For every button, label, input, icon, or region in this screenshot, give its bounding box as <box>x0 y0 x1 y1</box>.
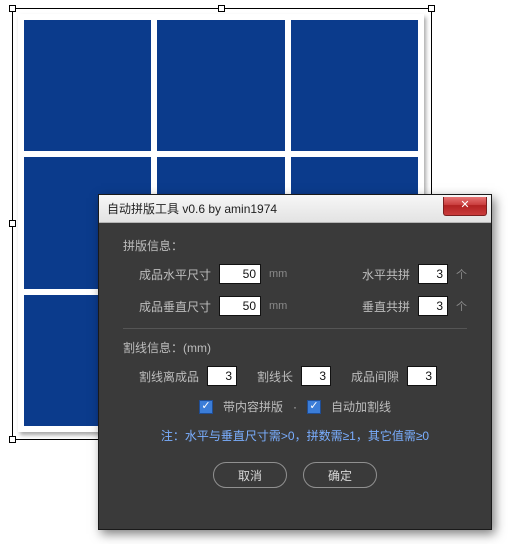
cut-length-label: 割线长 <box>257 368 293 385</box>
separator-dot: · <box>293 400 297 414</box>
h-count-input[interactable] <box>418 264 448 284</box>
v-count-label: 垂直共拼 <box>362 298 410 315</box>
dialog-title: 自动拼版工具 v0.6 by amin1974 <box>99 200 277 217</box>
h-size-label: 成品水平尺寸 <box>139 266 211 283</box>
v-size-unit: mm <box>269 300 287 312</box>
selection-handle[interactable] <box>9 220 16 227</box>
h-count-label: 水平共拼 <box>362 266 410 283</box>
v-count-input[interactable] <box>418 296 448 316</box>
selection-handle[interactable] <box>218 5 225 12</box>
h-size-input[interactable] <box>219 264 261 284</box>
auto-cut-checkbox[interactable]: ✓ <box>307 400 321 414</box>
with-content-label: 带内容拼版 <box>223 398 283 415</box>
with-content-checkbox[interactable]: ✓ <box>199 400 213 414</box>
horizontal-size-row: 成品水平尺寸 mm 水平共拼 个 <box>123 264 467 284</box>
selection-handle[interactable] <box>428 5 435 12</box>
close-button[interactable]: ✕ <box>443 197 487 216</box>
selection-handle[interactable] <box>9 5 16 12</box>
v-size-input[interactable] <box>219 296 261 316</box>
h-size-unit: mm <box>269 268 287 280</box>
v-count-unit: 个 <box>456 298 467 314</box>
gap-label: 成品间隙 <box>351 368 399 385</box>
cut-length-input[interactable] <box>301 366 331 386</box>
cut-row: 割线离成品 割线长 成品间隙 <box>123 366 467 386</box>
auto-cut-label: 自动加割线 <box>331 398 391 415</box>
imposition-section-label: 拼版信息： <box>123 237 467 254</box>
auto-imposition-dialog: 自动拼版工具 v0.6 by amin1974 ✕ 拼版信息： 成品水平尺寸 m… <box>98 194 492 530</box>
divider <box>123 328 467 329</box>
dialog-body: 拼版信息： 成品水平尺寸 mm 水平共拼 个 成品垂直尺寸 mm 垂直共拼 个 … <box>99 223 491 529</box>
button-row: 取消 确定 <box>123 462 467 488</box>
cut-offset-label: 割线离成品 <box>139 368 199 385</box>
gap-input[interactable] <box>407 366 437 386</box>
cut-offset-input[interactable] <box>207 366 237 386</box>
hint-note: 注：水平与垂直尺寸需>0，拼数需≥1，其它值需≥0 <box>123 427 467 444</box>
options-row: ✓ 带内容拼版 · ✓ 自动加割线 <box>123 398 467 415</box>
cut-section-label: 割线信息：(mm) <box>123 339 467 356</box>
ok-button[interactable]: 确定 <box>303 462 377 488</box>
tile <box>291 20 418 151</box>
vertical-size-row: 成品垂直尺寸 mm 垂直共拼 个 <box>123 296 467 316</box>
v-size-label: 成品垂直尺寸 <box>139 298 211 315</box>
close-icon: ✕ <box>460 199 469 211</box>
selection-handle[interactable] <box>9 436 16 443</box>
cancel-button[interactable]: 取消 <box>213 462 287 488</box>
h-count-unit: 个 <box>456 266 467 282</box>
tile <box>24 20 151 151</box>
titlebar[interactable]: 自动拼版工具 v0.6 by amin1974 ✕ <box>99 195 491 223</box>
tile <box>157 20 284 151</box>
